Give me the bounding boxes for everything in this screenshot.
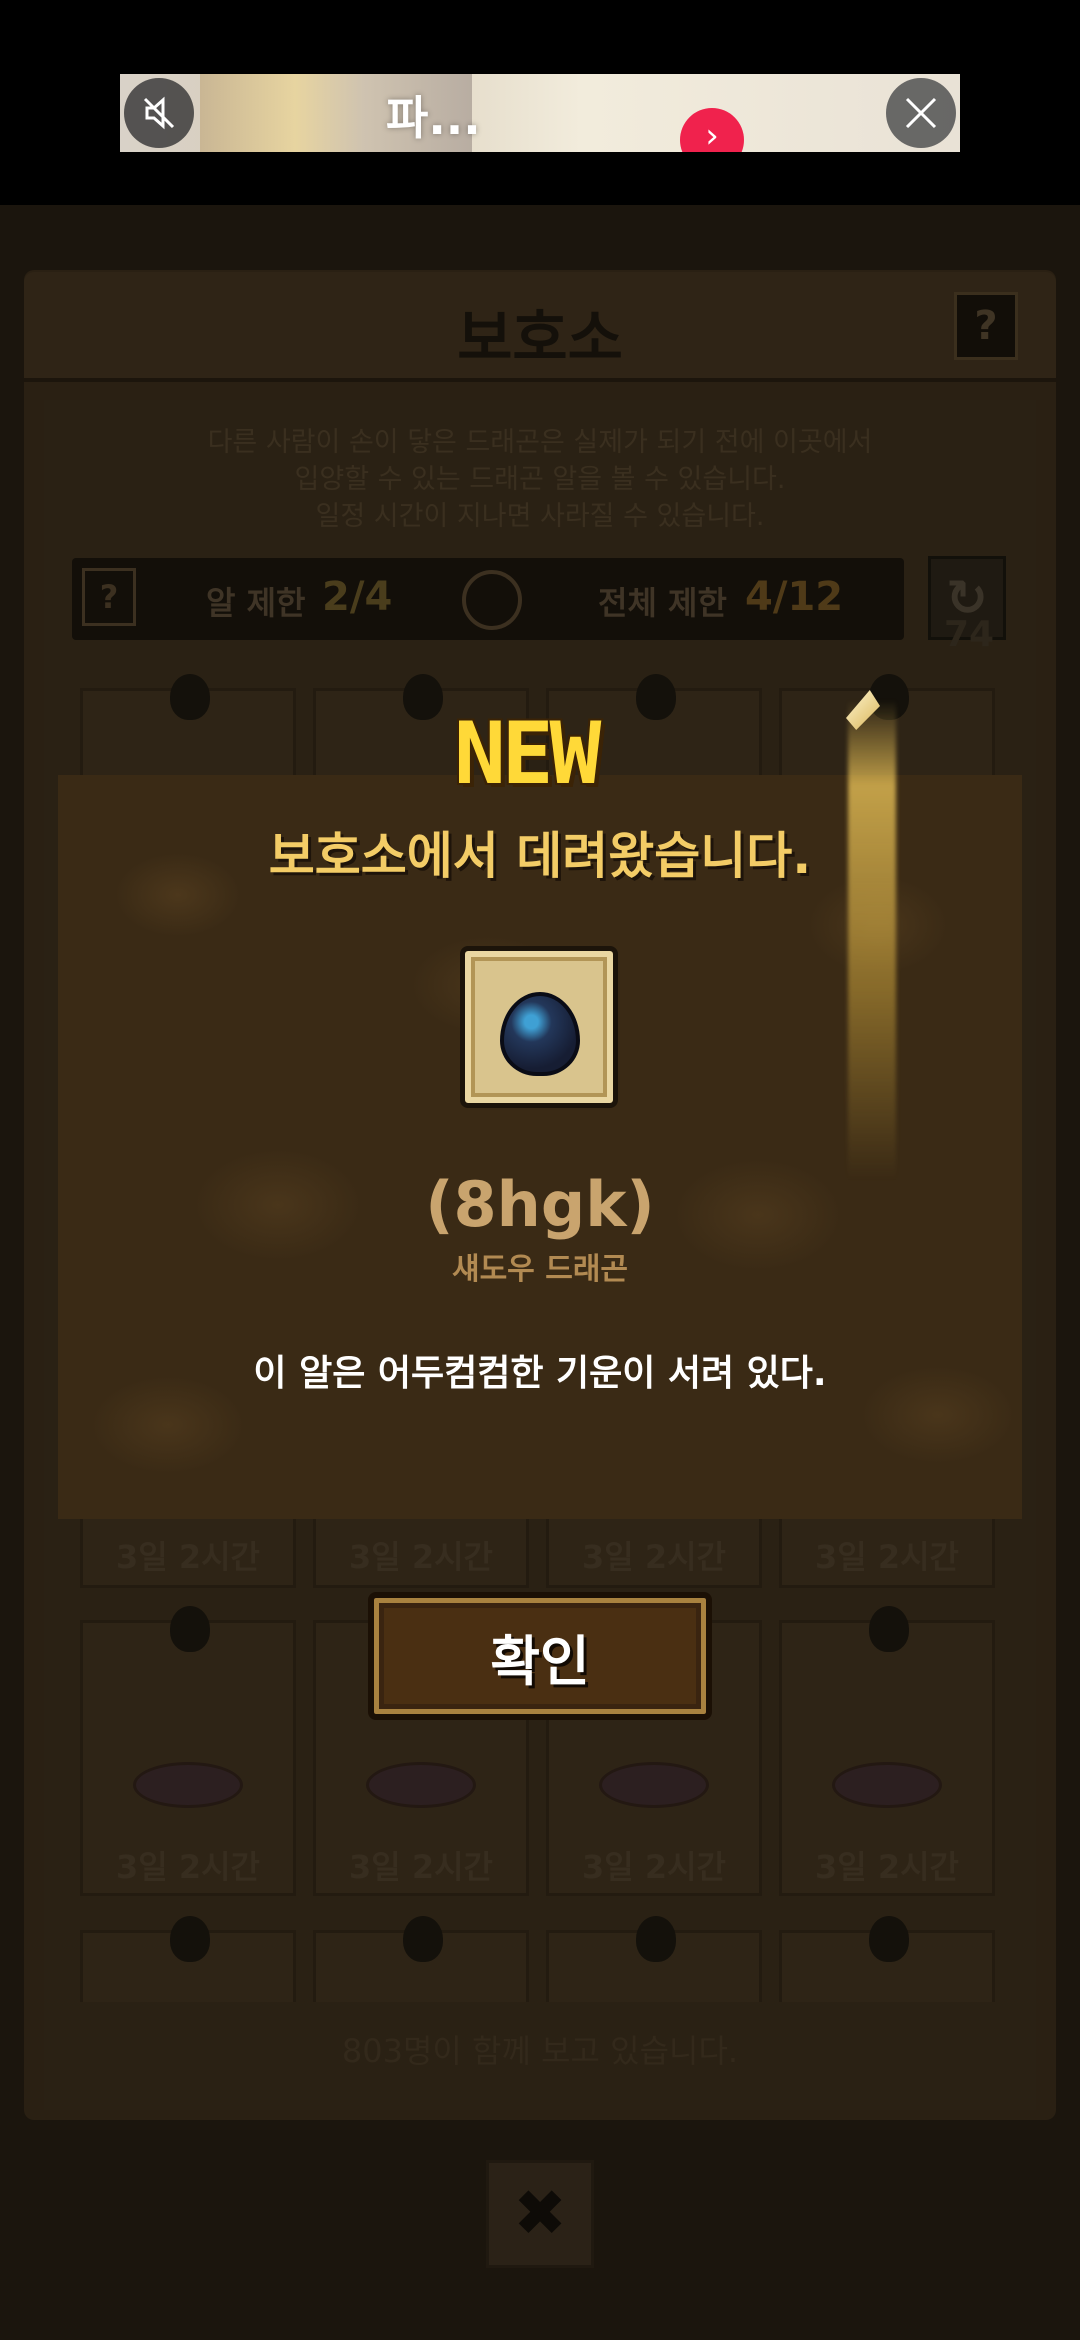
slot-timer: 3일 2시간 [116,1538,260,1576]
confirm-button[interactable]: 확인 [368,1592,712,1720]
egg-type: 섀도우 드래곤 [451,1252,629,1287]
slot-timer: 3일 2시간 [815,1538,959,1576]
total-limit-label: 전체 제한 [598,584,727,622]
pin-icon [170,1606,210,1652]
popup-heading: 보호소에서 데려왔습니다. [268,827,812,885]
refresh-count: 74 [944,614,995,655]
egg-name: (8hgk) [425,1168,655,1241]
pin-icon [170,674,210,720]
limit-help-button[interactable]: ? [82,568,136,626]
pin-icon [636,1916,676,1962]
egg-limit-value: 2/4 [322,574,393,620]
pin-icon [869,1916,909,1962]
pin-icon [170,1916,210,1962]
light-beam-effect [848,700,896,1180]
new-badge: NEW [454,704,601,804]
total-limit-value: 4/12 [745,574,844,620]
page-title: 보호소 [457,304,623,374]
ad-go-button[interactable]: › [680,108,744,152]
pin-icon [636,674,676,720]
description-line: 입양할 수 있는 드래곤 알을 볼 수 있습니다. [294,464,786,495]
pin-icon [403,1916,443,1962]
ad-banner[interactable]: 파... › [120,74,960,152]
nest-icon [366,1762,476,1808]
slot-timer: 3일 2시간 [349,1538,493,1576]
ad-title[interactable]: 파... [386,82,481,148]
egg-limit-label: 알 제한 [206,584,306,622]
slot-timer: 3일 2시간 [582,1538,726,1576]
close-button[interactable]: ✖ [486,2160,594,2268]
nest-icon [599,1762,709,1808]
pin-icon [403,674,443,720]
slot-timer: 3일 2시간 [582,1848,726,1886]
nest-icon [133,1762,243,1808]
description-line: 다른 사람이 손이 닿은 드래곤은 실제가 되기 전에 이곳에서 [207,427,873,458]
slot-timer: 3일 2시간 [116,1848,260,1886]
screen: 파... › 보호소 ? 다른 사람이 손이 닿은 드래곤은 실제가 되기 전에… [0,0,1080,2340]
watchers-count: 803명이 함께 보고 있습니다. [341,2032,739,2070]
clock-icon [462,570,522,630]
help-button[interactable]: ? [954,292,1018,360]
shelter-description: 다른 사람이 손이 닿은 드래곤은 실제가 되기 전에 이곳에서 입양할 수 있… [60,424,1020,535]
mute-icon[interactable] [124,78,194,148]
nest-icon [832,1762,942,1808]
pin-icon [869,1606,909,1652]
egg-description: 이 알은 어두컴컴한 기운이 서려 있다. [253,1353,827,1394]
close-icon[interactable] [886,78,956,148]
slot-timer: 3일 2시간 [349,1848,493,1886]
slot-timer: 3일 2시간 [815,1848,959,1886]
description-line: 일정 시간이 지나면 사라질 수 있습니다. [315,501,765,532]
